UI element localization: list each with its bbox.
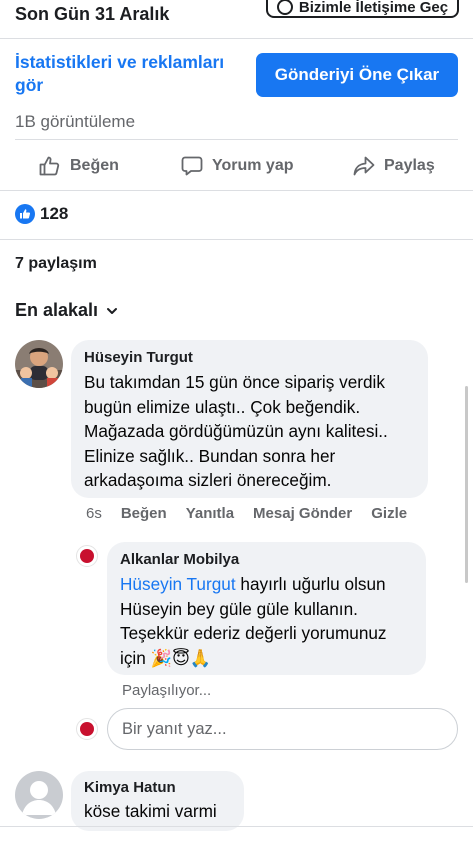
divider (0, 826, 473, 827)
comment-text: Bu takımdan 15 gün önce sipariş verdik b… (84, 372, 388, 490)
reply-input-placeholder: Bir yanıt yaz... (122, 719, 227, 738)
stats-ads-link[interactable]: İstatistikleri ve reklamları gör (15, 51, 240, 97)
reply-author[interactable]: Alkanlar Mobilya (120, 551, 413, 568)
like-button[interactable]: Beğen (38, 152, 119, 180)
share-label: Paylaş (384, 157, 435, 174)
comment-bubble: Hüseyin Turgut Bu takımdan 15 gün önce s… (71, 340, 428, 498)
divider (0, 190, 473, 191)
comment-hide-link[interactable]: Gizle (371, 505, 407, 522)
comment-icon (181, 156, 203, 176)
reaction-count: 128 (40, 204, 69, 223)
comment-reply-link[interactable]: Yanıtla (186, 505, 234, 522)
share-icon (353, 156, 375, 176)
divider (0, 38, 473, 39)
comment-text: köse takimi varmi (84, 801, 217, 821)
view-count: 1B görüntüleme (15, 112, 136, 131)
reaction-summary[interactable]: 128 (15, 204, 68, 224)
like-label: Beğen (70, 157, 119, 174)
thumbs-up-icon (39, 156, 60, 176)
whatsapp-icon (276, 0, 293, 15)
divider (0, 239, 473, 240)
comment-bubble: Kimya Hatun köse takimi varmi (71, 771, 244, 831)
whatsapp-contact-button[interactable]: Bizimle İletişime Geç (266, 0, 459, 18)
reply-text: Hüseyin Turgut hayırlı uğurlu olsun Hüse… (120, 572, 413, 670)
comment-button[interactable]: Yorum yap (180, 152, 294, 180)
divider (15, 139, 458, 140)
reply-input[interactable]: Bir yanıt yaz... (107, 708, 458, 750)
comment-like-link[interactable]: Beğen (121, 505, 167, 522)
like-reaction-icon (15, 204, 35, 224)
avatar[interactable] (15, 340, 63, 388)
share-button[interactable]: Paylaş (352, 152, 435, 180)
comment-meta: 6s Beğen Yanıtla Mesaj Gönder Gizle (86, 505, 407, 522)
brand-logo-icon (80, 722, 94, 736)
comment-label: Yorum yap (212, 157, 294, 174)
sort-label: En alakalı (15, 300, 99, 320)
comment-author[interactable]: Hüseyin Turgut (84, 349, 415, 366)
page-title: Son Gün 31 Aralık (15, 4, 170, 24)
sharing-status: Paylaşılıyor... (122, 682, 212, 699)
chevron-down-icon (107, 307, 118, 314)
scrollbar[interactable] (465, 386, 468, 583)
share-count[interactable]: 7 paylaşım (15, 255, 97, 273)
page-avatar (76, 718, 98, 740)
reply-bubble: Alkanlar Mobilya Hüseyin Turgut hayırlı … (107, 542, 426, 675)
comment-time[interactable]: 6s (86, 505, 102, 522)
mention-link[interactable]: Hüseyin Turgut (120, 574, 236, 594)
avatar-placeholder[interactable] (15, 771, 63, 819)
comment-author[interactable]: Kimya Hatun (84, 779, 231, 796)
comment-sort-dropdown[interactable]: En alakalı (15, 300, 118, 321)
page-avatar[interactable] (76, 545, 98, 567)
whatsapp-button-label: Bizimle İletişime Geç (298, 0, 449, 16)
brand-logo-icon (80, 549, 94, 563)
boost-post-button[interactable]: Gönderiyi Öne Çıkar (256, 53, 458, 97)
comment-message-link[interactable]: Mesaj Gönder (253, 505, 352, 522)
